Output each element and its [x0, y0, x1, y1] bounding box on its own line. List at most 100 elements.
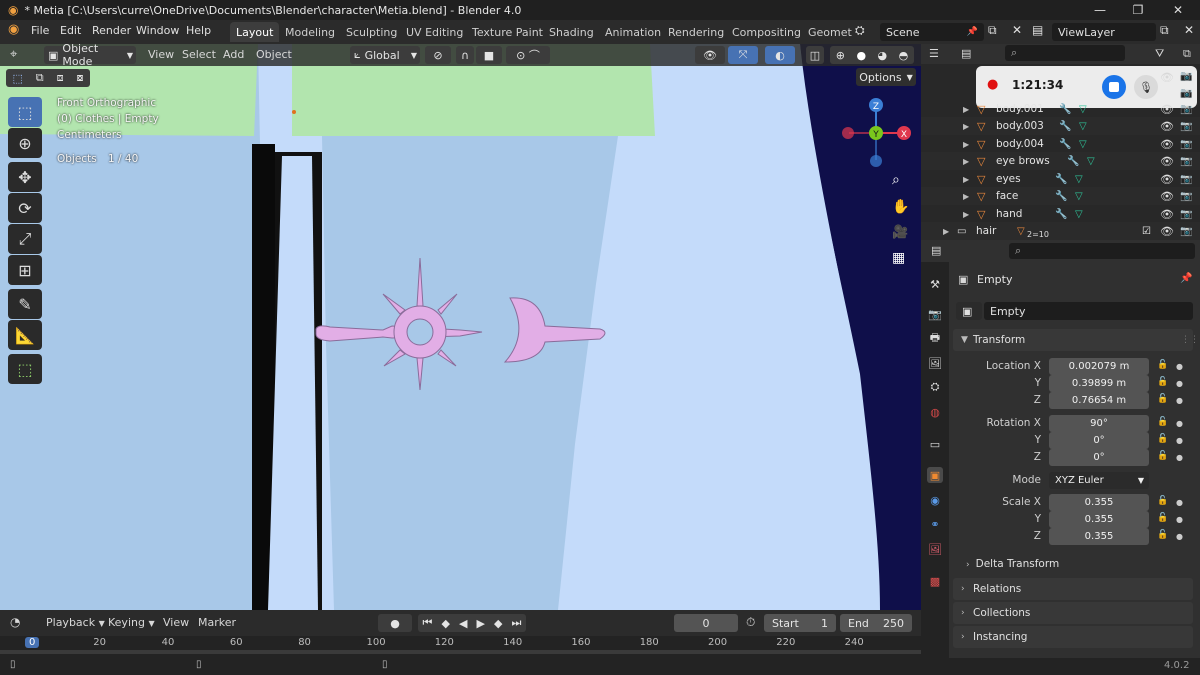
transform-panel-header[interactable]: ▼ Transform ⋮⋮ [953, 329, 1199, 351]
mesh-data-icon[interactable]: ▽ [1075, 209, 1083, 220]
workspace-tab-animation[interactable]: Animation [599, 22, 667, 42]
eye-icon[interactable]: 👁 [1160, 120, 1174, 133]
location-z-field[interactable]: 0.76654 m [1049, 392, 1149, 409]
mesh-data-icon[interactable]: ▽ [1087, 156, 1095, 167]
location-y-field[interactable]: 0.39899 m [1049, 375, 1149, 392]
scale-tool[interactable]: ⤢ [8, 224, 42, 254]
playback-controls[interactable]: ⏮ ◆ ◀ ▶ ◆ ⏭ [418, 614, 526, 632]
camera-icon[interactable]: 📷 [1180, 226, 1192, 237]
camera-icon[interactable]: 📷 [1180, 121, 1192, 132]
outliner-item[interactable]: ▶ ▽ hand 🔧 ▽ 👁 📷 [921, 205, 1200, 223]
transform-orientation-dropdown[interactable]: ⟀ Global ▼ [350, 46, 420, 64]
menu-timeline-view[interactable]: View [163, 616, 189, 629]
viewlayer-icon[interactable]: ▤ [1032, 23, 1043, 37]
eye-icon[interactable]: 👁 [1160, 173, 1174, 186]
keyframe-dot-icon[interactable]: ● [1176, 362, 1183, 371]
rotation-y-field[interactable]: 0° [1049, 432, 1149, 449]
scale-x-field[interactable]: 0.355 [1049, 494, 1149, 511]
expand-triangle-icon[interactable]: ▶ [963, 175, 969, 184]
menu-select[interactable]: Select [182, 48, 216, 61]
lock-icon[interactable]: 🔓 [1157, 513, 1168, 523]
scene-icon[interactable]: ⛭ [855, 23, 865, 38]
rendered-shading-icon[interactable]: ◓ [899, 49, 909, 62]
tab-render[interactable]: 📷 [927, 306, 943, 322]
lock-icon[interactable]: 🔓 [1157, 434, 1168, 444]
mesh-data-icon[interactable]: ▽ [1075, 191, 1083, 202]
menu-render[interactable]: Render [92, 24, 131, 37]
workspace-tab-layout[interactable]: Layout [230, 22, 280, 42]
xray-toggle[interactable]: ◫ [806, 46, 824, 64]
stopwatch-icon[interactable]: ⏱ [746, 615, 755, 630]
camera-icon[interactable]: 📷 [1180, 104, 1192, 115]
next-keyframe-icon[interactable]: ◆ [494, 617, 502, 630]
playhead-frame-label[interactable]: 0 [25, 637, 40, 648]
camera-icon[interactable]: 📷 [1180, 71, 1192, 82]
select-new-icon[interactable]: ⬚ [12, 72, 22, 85]
zoom-icon[interactable]: ⌕ [892, 172, 900, 188]
lock-icon[interactable]: 🔓 [1157, 377, 1168, 387]
pivot-dropdown[interactable]: ⊘ [425, 46, 451, 64]
tab-world[interactable]: ◍ [927, 404, 943, 420]
cursor-tool[interactable]: ⊕ [8, 128, 42, 158]
mute-mic-button[interactable]: 🎙 [1134, 75, 1158, 99]
timeline-editor-icon[interactable]: ◔ [10, 615, 20, 629]
expand-triangle-icon[interactable]: ▶ [963, 192, 969, 201]
outliner-item[interactable]: ▶ ▽ body.004 🔧 ▽ 👁 📷 [921, 135, 1200, 153]
current-frame-field[interactable]: 0 [674, 614, 738, 632]
lock-icon[interactable]: 🔓 [1157, 451, 1168, 461]
keyframe-dot-icon[interactable]: ● [1176, 453, 1183, 462]
camera-icon[interactable]: 📷 [1180, 174, 1192, 185]
tab-collection[interactable]: ▭ [927, 436, 943, 452]
modifier-wrench-icon[interactable]: 🔧 [1059, 139, 1071, 150]
keyframe-dot-icon[interactable]: ● [1176, 498, 1183, 507]
play-icon[interactable]: ▶ [477, 617, 485, 630]
modifier-wrench-icon[interactable]: 🔧 [1055, 174, 1067, 185]
close-window-button[interactable]: ✕ [1158, 0, 1198, 20]
eye-icon[interactable]: 👁 [1160, 138, 1174, 151]
modifier-wrench-icon[interactable]: 🔧 [1059, 104, 1071, 115]
menu-object[interactable]: Object [256, 48, 292, 61]
camera-icon[interactable]: 📷 [1180, 139, 1192, 150]
scene-field[interactable]: Scene 📌 [880, 23, 984, 41]
properties-search-input[interactable]: ⌕ [1009, 243, 1195, 259]
expand-triangle-icon[interactable]: ▶ [963, 140, 969, 149]
tab-object[interactable]: ▣ [927, 467, 943, 483]
lock-icon[interactable]: 🔓 [1157, 417, 1168, 427]
viewlayer-field[interactable]: ViewLayer [1052, 23, 1156, 41]
datablock-name-field[interactable]: Empty [984, 302, 1193, 320]
lock-icon[interactable]: 🔓 [1157, 360, 1168, 370]
outliner-item[interactable]: ▶ ▽ body.001 🔧 ▽ 👁 📷 [921, 100, 1200, 118]
play-reverse-icon[interactable]: ◀ [459, 617, 467, 630]
scale-z-field[interactable]: 0.355 [1049, 528, 1149, 545]
auto-keying-toggle[interactable]: ● [378, 614, 412, 632]
editor-type-icon[interactable]: ⌖ [10, 47, 17, 62]
lock-icon[interactable]: 🔓 [1157, 530, 1168, 540]
modifier-wrench-icon[interactable]: 🔧 [1055, 209, 1067, 220]
keyframe-dot-icon[interactable]: ● [1176, 515, 1183, 524]
modifier-wrench-icon[interactable]: 🔧 [1055, 191, 1067, 202]
rotation-mode-dropdown[interactable]: XYZ Euler ▼ [1049, 472, 1149, 489]
rotation-z-field[interactable]: 0° [1049, 449, 1149, 466]
display-mode-icon[interactable]: ▤ [961, 47, 971, 60]
relations-panel-header[interactable]: › Relations [953, 578, 1193, 600]
select-intersect-icon[interactable]: ⧇ [76, 71, 83, 85]
transform-tool[interactable]: ⊞ [8, 255, 42, 285]
menu-help[interactable]: Help [186, 24, 211, 37]
select-subtract-icon[interactable]: ⧈ [57, 71, 64, 85]
visibility-dropdown[interactable]: 👁 [695, 46, 725, 64]
mode-dropdown[interactable]: ▣ Object Mode ▼ [44, 44, 136, 68]
gizmo-toggle[interactable]: ⤧ [728, 46, 758, 64]
mesh-data-icon[interactable]: ▽ [1079, 104, 1087, 115]
eye-icon[interactable]: 👁 [1160, 225, 1174, 238]
tab-physics[interactable]: ◉ [927, 492, 943, 508]
drag-handle-icon[interactable]: ⋮⋮ [1181, 335, 1199, 345]
mesh-data-icon[interactable]: ▽ [1079, 139, 1087, 150]
camera-icon[interactable]: 📷 [1180, 88, 1192, 99]
delete-viewlayer-icon[interactable]: ✕ [1184, 23, 1194, 37]
rotation-x-field[interactable]: 90° [1049, 415, 1149, 432]
expand-triangle-icon[interactable]: ▶ [943, 227, 949, 236]
blender-menu-icon[interactable]: ◉ [8, 22, 19, 37]
keyframe-dot-icon[interactable]: ● [1176, 532, 1183, 541]
expand-triangle-icon[interactable]: ▶ [963, 105, 969, 114]
solid-shading-icon[interactable]: ● [856, 49, 866, 62]
